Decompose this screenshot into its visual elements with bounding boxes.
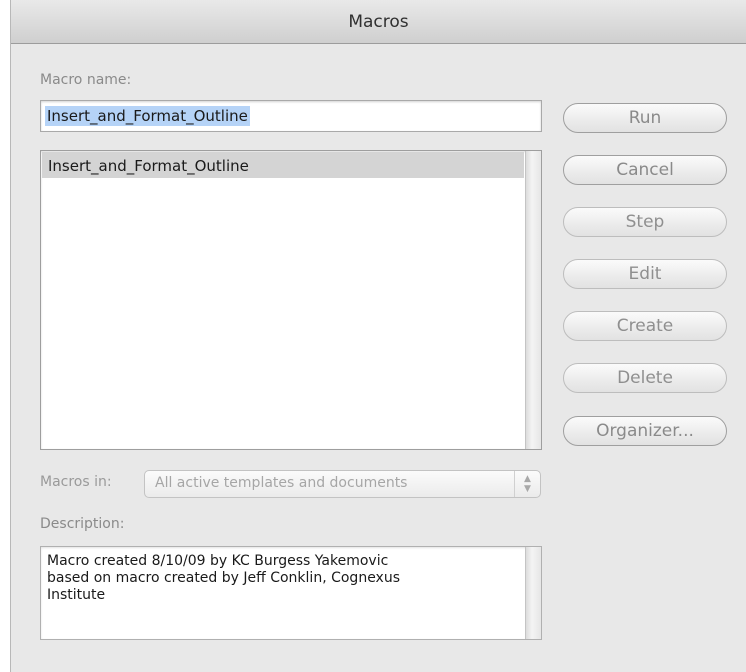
window-left-edge [0, 0, 11, 672]
create-button[interactable]: Create [563, 311, 727, 341]
description-line: based on macro created by Jeff Conklin, … [47, 570, 401, 586]
run-button[interactable]: Run [563, 103, 727, 133]
window-title: Macros [348, 12, 409, 32]
list-item[interactable]: Insert_and_Format_Outline [42, 152, 524, 178]
macro-list-scrollbar[interactable] [525, 151, 541, 449]
delete-button[interactable]: Delete [563, 363, 727, 393]
macros-dialog: Macros Macro name: Insert_and_Format_Out… [0, 0, 746, 672]
macro-list[interactable]: Insert_and_Format_Outline [40, 150, 542, 450]
macros-in-label: Macros in: [40, 474, 112, 490]
description-box: Macro created 8/10/09 by KC Burgess Yake… [40, 546, 542, 640]
macro-name-label: Macro name: [40, 72, 132, 88]
description-scrollbar[interactable] [525, 547, 541, 639]
macro-name-value: Insert_and_Format_Outline [45, 106, 250, 126]
description-line: Macro created 8/10/09 by KC Burgess Yake… [47, 553, 389, 569]
title-bar[interactable]: Macros [11, 0, 746, 44]
description-line: Institute [47, 587, 106, 603]
list-item-label: Insert_and_Format_Outline [48, 157, 249, 175]
cancel-button[interactable]: Cancel [563, 155, 727, 185]
step-button[interactable]: Step [563, 207, 727, 237]
macro-name-input[interactable]: Insert_and_Format_Outline [40, 100, 542, 132]
description-text: Macro created 8/10/09 by KC Burgess Yake… [47, 553, 517, 604]
up-down-chevron-icon: ▲ ▼ [514, 471, 540, 497]
organizer-button[interactable]: Organizer... [563, 416, 727, 446]
macros-in-value: All active templates and documents [155, 475, 408, 491]
description-label: Description: [40, 516, 125, 532]
edit-button[interactable]: Edit [563, 259, 727, 289]
macros-in-select[interactable]: All active templates and documents ▲ ▼ [144, 470, 541, 498]
